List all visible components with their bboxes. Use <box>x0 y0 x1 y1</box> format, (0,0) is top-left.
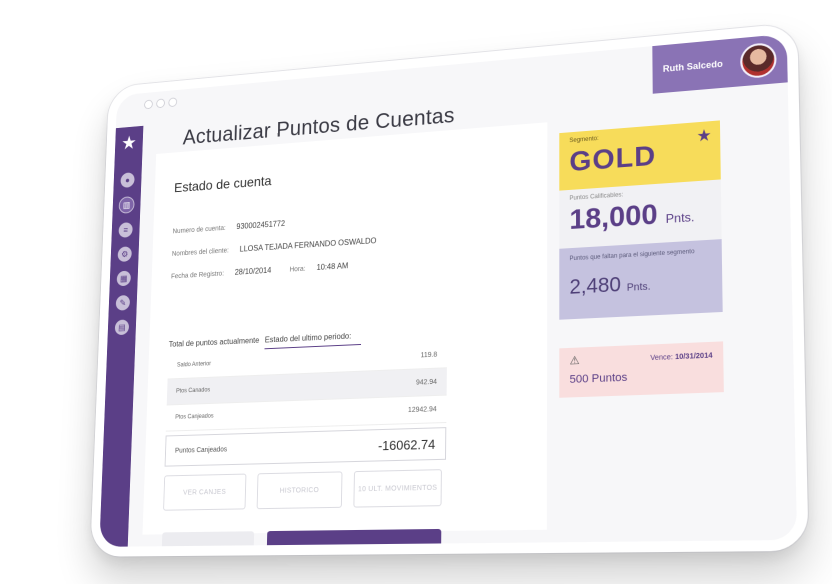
qualifying-unit: Pnts. <box>665 209 695 227</box>
expiry-points: 500 Puntos <box>569 371 628 387</box>
primary-actions: Nueva Busqueda Agregar/Quitar <box>161 528 442 547</box>
chart-icon[interactable]: ▥ <box>118 196 135 214</box>
time-value: 10:48 AM <box>316 261 349 272</box>
sidebar: ★ ● ▥ ≡ ⚙ ▦ ✎ ▤ <box>99 125 144 547</box>
document-icon[interactable]: ▤ <box>114 319 130 336</box>
expiry-date-value: 10/31/2014 <box>674 352 713 362</box>
qualifying-number: 18,000 <box>569 198 658 236</box>
list-icon[interactable]: ≡ <box>118 222 133 238</box>
row-label: Ptos Canados <box>176 387 211 395</box>
expiry-card: ⚠ Vence: 10/31/2014 500 Puntos <box>559 341 724 398</box>
row-value: 12942.94 <box>407 405 437 414</box>
remaining-number: 2,480 <box>569 273 622 299</box>
registration-row: Fecha de Registro: 28/10/2014 Hora: 10:4… <box>171 261 348 280</box>
client-name-label: Nombres del cliente: <box>171 247 229 258</box>
client-name-row: Nombres del cliente: LLOSA TEJADA FERNAN… <box>172 236 377 257</box>
stage: ★ ● ▥ ≡ ⚙ ▦ ✎ ▤ Actualizar Puntos de Cue… <box>0 0 832 584</box>
section-title: Estado de cuenta <box>173 172 272 196</box>
account-panel: Estado de cuenta Numero de cuenta: 93000… <box>142 122 548 547</box>
remaining-points: Puntos que faltan para el siguiente segm… <box>559 239 723 320</box>
user-badge[interactable]: Ruth Salcedo <box>652 33 788 94</box>
agregar-quitar-button[interactable]: Agregar/Quitar <box>266 528 442 547</box>
window-dot[interactable] <box>143 99 153 110</box>
row-value: 119.8 <box>420 351 438 359</box>
window-controls <box>143 97 178 110</box>
qualifying-value: 18,000 Pnts. <box>569 195 710 237</box>
home-icon[interactable]: ● <box>120 172 135 188</box>
user-name: Ruth Salcedo <box>662 58 723 74</box>
qualifying-points: Puntos Calificables: 18,000 Pnts. <box>559 179 722 249</box>
total-row: Puntos Canjeados -16062.74 <box>164 427 447 467</box>
secondary-actions: VER CANJES HISTORICO 10 ULT. MOVIMIENTOS <box>163 469 442 511</box>
row-label: Saldo Anterior <box>176 361 211 369</box>
account-number-label: Numero de cuenta: <box>172 225 226 236</box>
account-number-value: 930002451772 <box>236 219 286 231</box>
historico-button[interactable]: HISTORICO <box>256 471 343 510</box>
star-logo-icon[interactable]: ★ <box>121 133 137 154</box>
movimientos-button[interactable]: 10 ULT. MOVIMIENTOS <box>353 469 442 508</box>
segment-gold: Segmento: GOLD ★ <box>559 120 721 191</box>
grid-icon[interactable]: ▦ <box>116 270 132 287</box>
remaining-value: 2,480 Pnts. <box>569 269 711 300</box>
segment-card: Segmento: GOLD ★ Puntos Calificables: 18… <box>559 120 723 320</box>
nueva-busqueda-button[interactable]: Nueva Busqueda <box>161 531 255 547</box>
expiry-label: Vence: <box>650 353 673 363</box>
time-label: Hora: <box>289 265 306 274</box>
remaining-label: Puntos que faltan para el siguiente segm… <box>569 248 695 263</box>
registration-label: Fecha de Registro: <box>170 270 225 281</box>
client-name-value: LLOSA TEJADA FERNANDO OSWALDO <box>239 236 377 254</box>
row-value: 942.94 <box>415 378 437 387</box>
avatar[interactable] <box>739 41 777 80</box>
ver-canjes-button[interactable]: VER CANJES <box>163 473 247 511</box>
window-dot[interactable] <box>168 97 178 108</box>
settings-icon[interactable]: ⚙ <box>117 246 132 263</box>
account-number-row: Numero de cuenta: 930002451772 <box>173 219 286 235</box>
remaining-unit: Pnts. <box>626 281 651 294</box>
tablet-frame: ★ ● ▥ ≡ ⚙ ▦ ✎ ▤ Actualizar Puntos de Cue… <box>90 22 809 557</box>
points-table: Saldo Anterior 119.8 Ptos Canados 942.94… <box>164 341 448 467</box>
app-screen: ★ ● ▥ ≡ ⚙ ▦ ✎ ▤ Actualizar Puntos de Cue… <box>99 33 798 547</box>
row-label: Ptos Canjeados <box>175 413 214 421</box>
registration-date: 28/10/2014 <box>234 265 272 277</box>
star-icon: ★ <box>696 127 712 146</box>
total-label: Puntos Canjeados <box>174 445 228 455</box>
edit-icon[interactable]: ✎ <box>115 294 131 311</box>
window-dot[interactable] <box>156 98 166 109</box>
total-value: -16062.74 <box>377 436 436 453</box>
